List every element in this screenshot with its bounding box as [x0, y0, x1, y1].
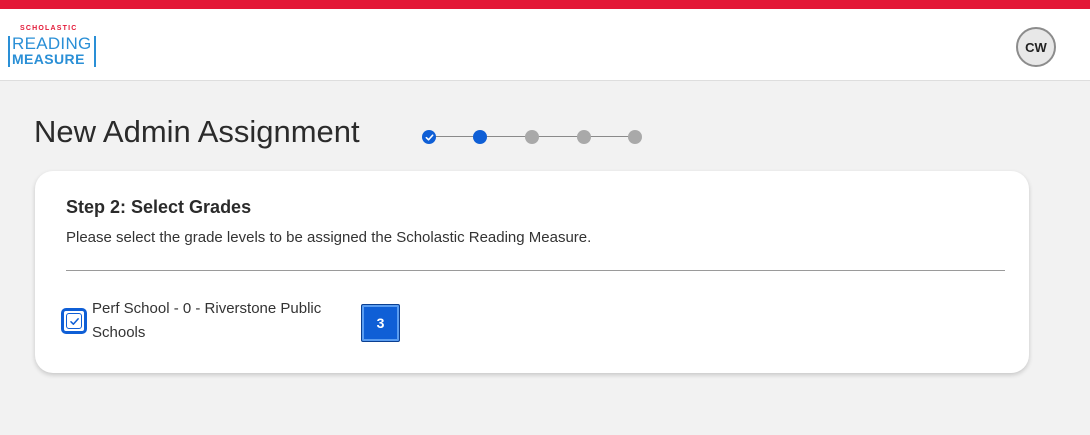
logo-word-measure: MEASURE	[12, 51, 85, 67]
stepper-step-3	[525, 130, 539, 144]
checkmark-icon	[69, 317, 79, 325]
stepper-step-1-complete	[422, 130, 436, 144]
checkmark-icon	[425, 133, 433, 141]
app-header: SCHOLASTIC READING MEASURE CW	[0, 9, 1090, 81]
school-checkbox[interactable]	[61, 308, 87, 334]
section-divider	[66, 270, 1005, 271]
checkbox-box	[66, 313, 82, 329]
user-avatar-button[interactable]: CW	[1016, 27, 1056, 67]
page-title: New Admin Assignment	[34, 114, 360, 149]
school-name-label[interactable]: Perf School - 0 - Riverstone Public Scho…	[92, 297, 332, 345]
stepper-step-4	[577, 130, 591, 144]
logo-publisher-text: SCHOLASTIC	[20, 25, 78, 32]
logo-word-reading: READING	[12, 34, 92, 53]
scholastic-reading-measure-logo[interactable]: SCHOLASTIC READING MEASURE	[8, 25, 103, 69]
select-grades-card: Step 2: Select Grades Please select the …	[35, 171, 1029, 373]
brand-top-bar	[0, 0, 1090, 9]
logo-right-bar	[94, 36, 96, 67]
stepper-step-2-current	[473, 130, 487, 144]
step-description: Please select the grade levels to be ass…	[66, 229, 592, 246]
step-heading: Step 2: Select Grades	[66, 197, 252, 217]
grade-3-toggle-button[interactable]: 3	[361, 304, 400, 342]
logo-left-bar	[8, 36, 10, 67]
progress-stepper	[420, 128, 646, 146]
stepper-step-5	[628, 130, 642, 144]
